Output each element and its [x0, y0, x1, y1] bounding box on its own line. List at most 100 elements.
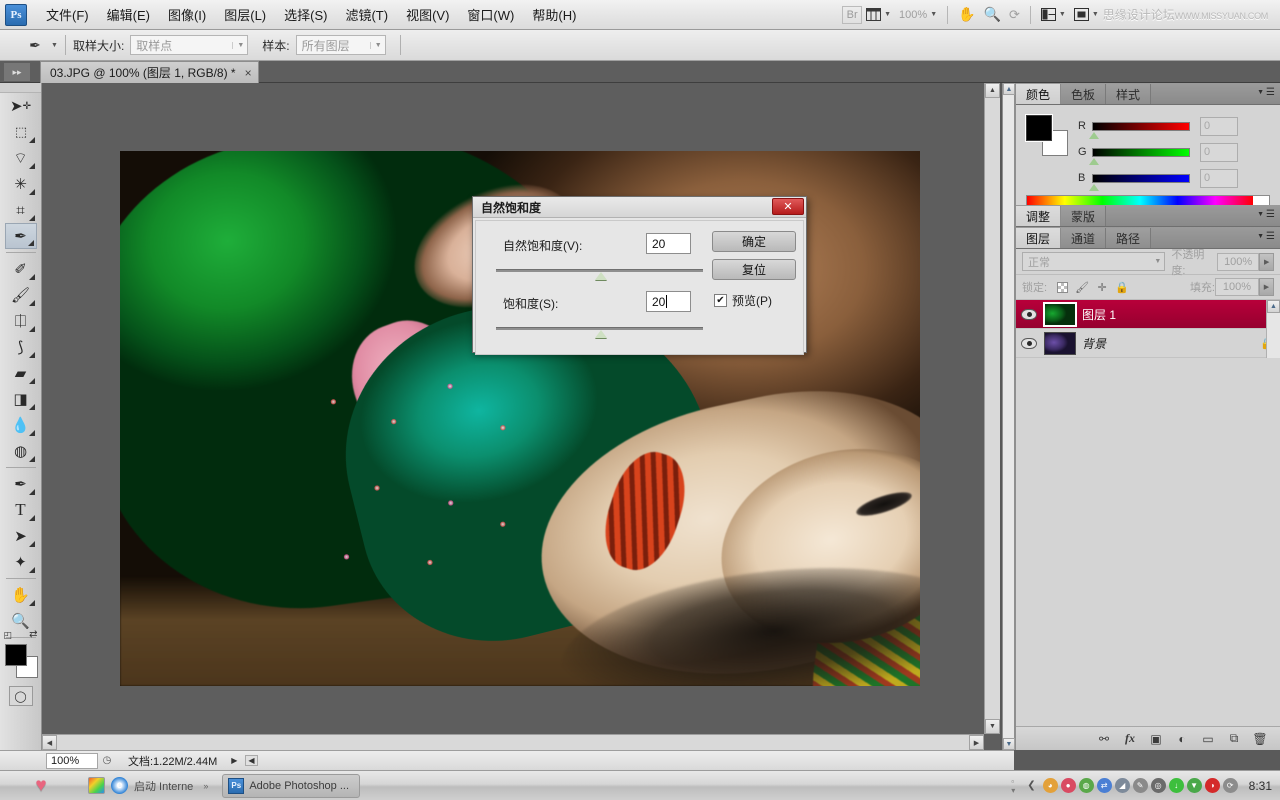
tab-adjustments[interactable]: 调整	[1016, 206, 1061, 226]
path-selection-tool[interactable]: ➤	[5, 523, 37, 549]
layer-name[interactable]: 图层 1	[1080, 306, 1254, 323]
slider-thumb-icon[interactable]	[1089, 158, 1099, 165]
default-colors-icon[interactable]: ◰	[4, 630, 13, 641]
hand-icon[interactable]: ✋	[954, 3, 979, 27]
scroll-up-arrow[interactable]: ▲	[985, 83, 1000, 98]
quick-mask-icon[interactable]: ◯	[9, 686, 33, 706]
scroll-right-arrow[interactable]: ▶	[969, 735, 984, 750]
layer-thumbnail-cell[interactable]	[1040, 303, 1080, 326]
tray-icon-shield[interactable]: ▼	[1187, 778, 1202, 793]
tray-icon-browser[interactable]: ◍	[1079, 778, 1094, 793]
tray-expand-icon[interactable]: ❮	[1027, 780, 1035, 791]
color-panel-swatches[interactable]	[1026, 115, 1070, 155]
fill-input[interactable]: 100%	[1215, 278, 1259, 296]
taskbar-button-photoshop[interactable]: Ps Adobe Photoshop ...	[222, 774, 360, 798]
zoom-level-display[interactable]: 100% ▼	[895, 3, 941, 27]
sample-size-select[interactable]: 取样点 ▼	[130, 35, 248, 55]
ok-button[interactable]: 确定	[712, 231, 796, 252]
green-slider[interactable]	[1092, 148, 1190, 157]
show-desktop-icon[interactable]: ▫▾	[1008, 774, 1018, 798]
heart-start-icon[interactable]: ♥	[28, 774, 54, 798]
green-value-field[interactable]: 0	[1200, 143, 1238, 162]
tray-icon-disc[interactable]: ◎	[1151, 778, 1166, 793]
opacity-stepper[interactable]: ▶	[1259, 253, 1274, 271]
delete-layer-icon[interactable]: 🗑	[1247, 729, 1273, 749]
preview-checkbox-row[interactable]: ✔ 预览(P)	[714, 292, 772, 309]
layer-list-scrollbar[interactable]: ▲	[1266, 300, 1280, 358]
tray-icon-update[interactable]: ↓	[1169, 778, 1184, 793]
tray-icon-1[interactable]: ◕	[1043, 778, 1058, 793]
checkbox[interactable]: ✔	[714, 294, 727, 307]
slider-thumb-icon[interactable]	[1089, 132, 1099, 139]
arrange-documents-icon[interactable]: ▼	[1037, 3, 1070, 27]
new-group-icon[interactable]: ▭	[1195, 729, 1221, 749]
dock-scroll-up-icon[interactable]: ▲	[1003, 83, 1015, 95]
red-slider[interactable]	[1092, 122, 1190, 131]
layer-mask-icon[interactable]: ▣	[1143, 729, 1169, 749]
menu-layer[interactable]: 图层(L)	[215, 1, 275, 28]
menu-view[interactable]: 视图(V)	[397, 1, 458, 28]
chevron-right-icon[interactable]: »	[203, 781, 208, 791]
lasso-tool[interactable]: ⌔	[5, 145, 37, 171]
chevron-down-icon[interactable]: ▼	[51, 42, 58, 49]
tab-paths[interactable]: 路径	[1106, 228, 1151, 248]
zoom-input[interactable]: 100%	[46, 753, 98, 769]
tab-swatches[interactable]: 色板	[1061, 84, 1106, 104]
type-tool[interactable]: T	[5, 497, 37, 523]
dock-scrollbar[interactable]: ▲ ▼	[1002, 83, 1015, 750]
menu-window[interactable]: 窗口(W)	[458, 1, 523, 28]
new-layer-icon[interactable]: ⧉	[1221, 729, 1247, 749]
vibrance-dialog[interactable]: 自然饱和度 ✕ 自然饱和度(V): 20 饱和度(S): 20 确定 复位	[472, 196, 807, 353]
gradient-tool[interactable]: ◨	[5, 386, 37, 412]
layer-thumbnail[interactable]	[1044, 303, 1076, 326]
canvas-area[interactable]: 本站歌词来自互联网 我怎么原谅 ▲ ▼ ◀ ▶	[42, 83, 1000, 750]
clone-stamp-tool[interactable]: ⎅	[5, 308, 37, 334]
status-menu-arrow-icon[interactable]: ▶	[231, 756, 237, 765]
blue-value-field[interactable]: 0	[1200, 169, 1238, 188]
canvas-vertical-scrollbar[interactable]: ▲ ▼	[984, 83, 1000, 734]
layer-visibility-toggle[interactable]	[1018, 309, 1040, 320]
tray-icon-network[interactable]: ⇄	[1097, 778, 1112, 793]
sample-select[interactable]: 所有图层 ▼	[296, 35, 386, 55]
healing-brush-tool[interactable]: ✐	[5, 256, 37, 282]
dodge-tool[interactable]: ◍	[5, 438, 37, 464]
swap-colors-icon[interactable]: ⇄	[29, 629, 37, 640]
tab-styles[interactable]: 样式	[1106, 84, 1151, 104]
magic-wand-tool[interactable]: ✳	[5, 171, 37, 197]
hand-tool[interactable]: ✋	[5, 582, 37, 608]
marquee-tool[interactable]: ⬚	[5, 119, 37, 145]
screen-mode-icon[interactable]: ▼	[1070, 3, 1103, 27]
menu-file[interactable]: 文件(F)	[37, 1, 98, 28]
eyedropper-icon[interactable]: ✒	[22, 33, 48, 57]
opacity-input[interactable]: 100%	[1217, 253, 1260, 271]
layer-name[interactable]: 背景	[1080, 335, 1254, 352]
panel-menu-icon[interactable]: ▼☰	[1257, 209, 1275, 220]
layer-thumbnail-cell[interactable]	[1040, 332, 1080, 355]
photoshop-quicklaunch-icon[interactable]	[88, 777, 105, 794]
layer-visibility-toggle[interactable]	[1018, 338, 1040, 349]
view-extras-icon[interactable]: ▼	[862, 3, 895, 27]
menu-help[interactable]: 帮助(H)	[523, 1, 585, 28]
dialog-title-bar[interactable]: 自然饱和度 ✕	[473, 197, 806, 218]
close-icon[interactable]: ×	[245, 66, 252, 80]
panel-menu-icon[interactable]: ▼☰	[1257, 231, 1275, 242]
saturation-slider[interactable]	[496, 327, 703, 337]
canvas-horizontal-scrollbar[interactable]: ◀ ▶	[42, 734, 984, 750]
status-resize-arrow-icon[interactable]: ◀	[245, 755, 257, 766]
slider-thumb-icon[interactable]	[1089, 184, 1099, 191]
move-tool[interactable]: ➤✛	[5, 93, 37, 119]
foreground-color-swatch[interactable]	[1026, 115, 1052, 141]
internet-explorer-icon[interactable]: e	[111, 777, 128, 794]
slider-thumb-icon[interactable]	[595, 330, 607, 338]
history-brush-tool[interactable]: ⟆	[5, 334, 37, 360]
table-row[interactable]: 图层 1	[1016, 300, 1280, 329]
layer-thumbnail[interactable]	[1044, 332, 1076, 355]
tray-icon-red[interactable]: ◑	[1205, 778, 1220, 793]
taskbar-clock[interactable]: 8:31	[1249, 779, 1272, 793]
color-swatches[interactable]: ◰ ⇄	[3, 642, 39, 680]
lock-position-icon[interactable]: ✛	[1092, 278, 1112, 296]
toolbox-grip[interactable]	[0, 83, 41, 93]
tab-layers[interactable]: 图层	[1016, 228, 1061, 248]
vibrance-slider[interactable]	[496, 269, 703, 279]
vibrance-input[interactable]: 20	[646, 233, 691, 254]
